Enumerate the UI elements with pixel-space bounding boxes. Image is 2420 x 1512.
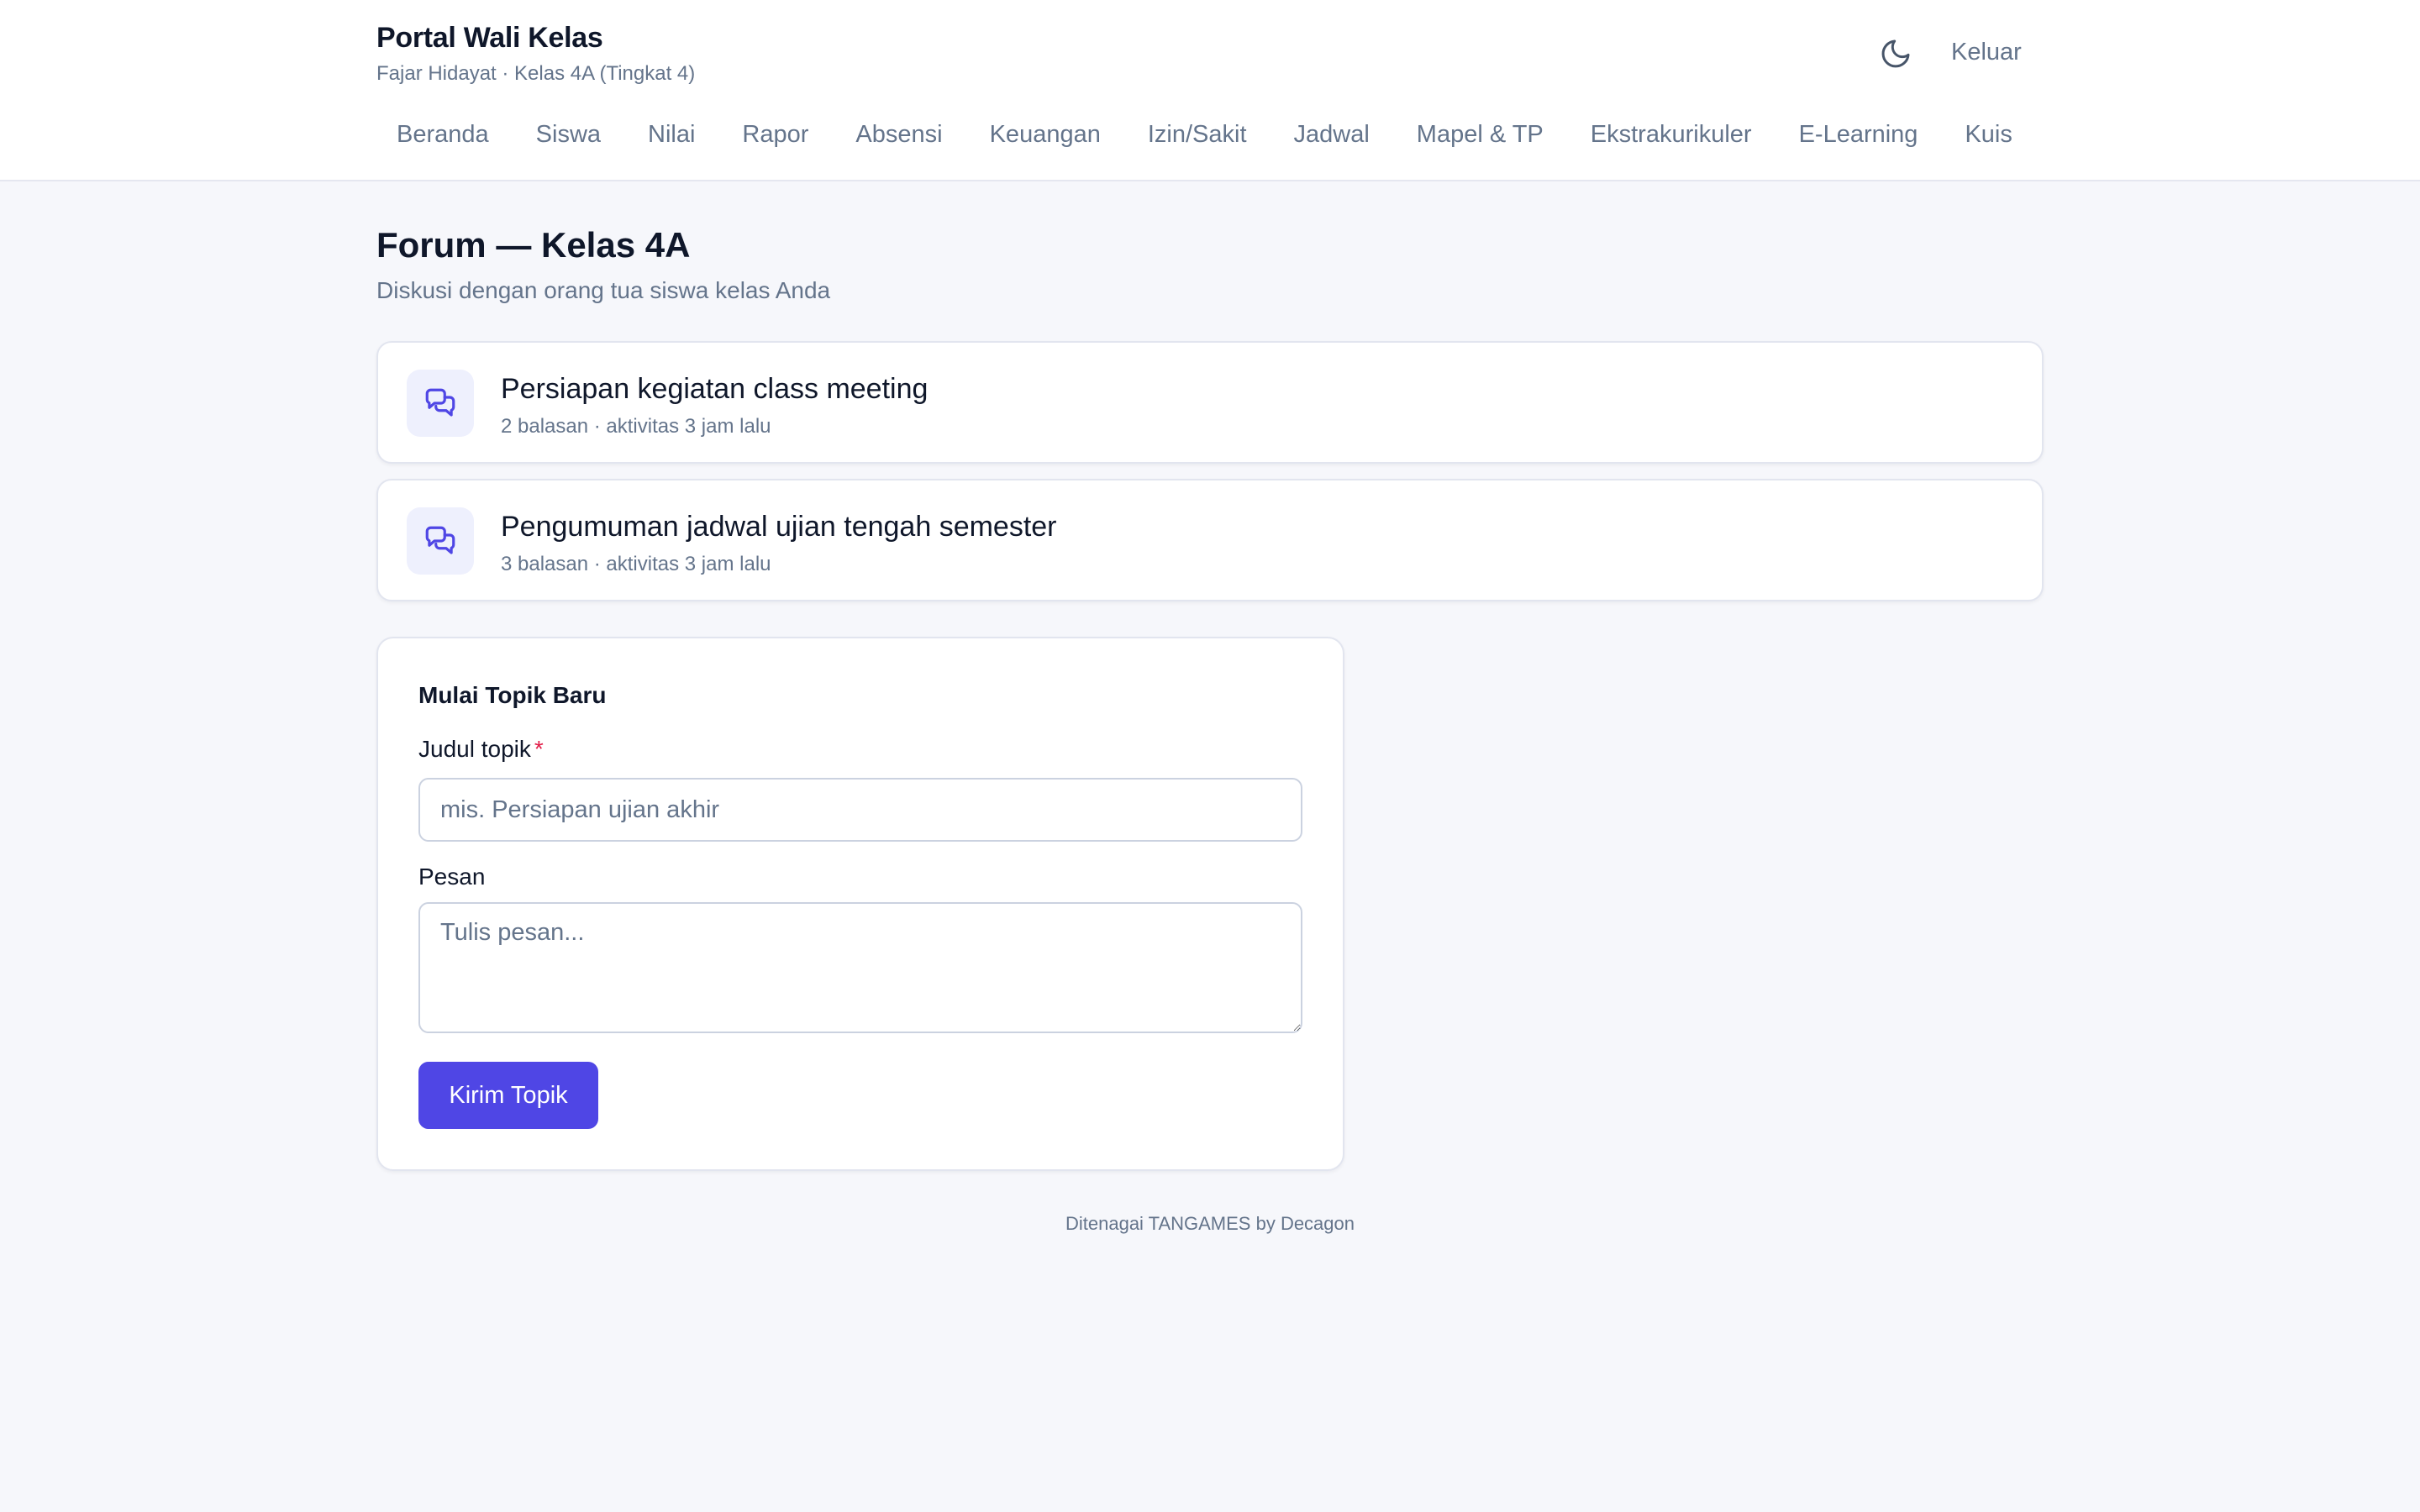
topic-card[interactable]: Persiapan kegiatan class meeting 2 balas… [376, 341, 2044, 464]
nav-item-kuis[interactable]: Kuis [1944, 109, 2032, 160]
nav-item-mapel-tp[interactable]: Mapel & TP [1397, 109, 1564, 160]
nav-item-ekstrakurikuler[interactable]: Ekstrakurikuler [1570, 109, 1772, 160]
moon-icon [1881, 39, 1910, 68]
nav-item-izin-sakit[interactable]: Izin/Sakit [1128, 109, 1267, 160]
topic-title-label: Judul topik * [418, 736, 544, 763]
topic-title: Persiapan kegiatan class meeting [501, 373, 929, 405]
app-title: Portal Wali Kelas [376, 22, 603, 54]
message-label: Pesan [418, 864, 486, 890]
main-nav: Beranda Siswa Nilai Rapor Absensi Keuang… [376, 109, 2044, 160]
logout-button[interactable]: Keluar [1951, 39, 2022, 66]
topic-title-label-text: Judul topik [418, 736, 531, 762]
nav-item-nilai[interactable]: Nilai [628, 109, 715, 160]
nav-item-keuangan[interactable]: Keuangan [970, 109, 1121, 160]
form-heading: Mulai Topik Baru [418, 682, 607, 708]
nav-item-e-learning[interactable]: E-Learning [1779, 109, 1939, 160]
theme-toggle-button[interactable] [1876, 34, 1916, 74]
nav-item-rapor[interactable]: Rapor [722, 109, 829, 160]
topic-meta: 3 balasan · aktivitas 3 jam lalu [501, 553, 771, 575]
topic-icon-tile [407, 507, 474, 575]
nav-item-beranda[interactable]: Beranda [376, 109, 509, 160]
message-textarea[interactable] [418, 902, 1302, 1033]
page-subtitle: Diskusi dengan orang tua siswa kelas And… [376, 277, 831, 303]
topic-card[interactable]: Pengumuman jadwal ujian tengah semester … [376, 479, 2044, 601]
topic-title-input[interactable] [418, 778, 1302, 842]
new-topic-form: Mulai Topik Baru Judul topik* Pesan Kiri… [376, 637, 1344, 1171]
footer-credit: Ditenagai TANGAMES by Decagon [1065, 1213, 1355, 1234]
page-title: Forum — Kelas 4A [376, 225, 691, 265]
topic-icon-tile [407, 370, 474, 437]
submit-topic-button[interactable]: Kirim Topik [418, 1062, 598, 1129]
topic-title: Pengumuman jadwal ujian tengah semester [501, 511, 1057, 543]
nav-item-siswa[interactable]: Siswa [516, 109, 621, 160]
user-class-info: Fajar Hidayat · Kelas 4A (Tingkat 4) [376, 62, 696, 85]
top-header: Portal Wali Kelas Fajar Hidayat · Kelas … [0, 0, 2420, 181]
topic-meta: 2 balasan · aktivitas 3 jam lalu [501, 415, 771, 438]
nav-item-absensi[interactable]: Absensi [835, 109, 962, 160]
required-mark: * [534, 736, 544, 762]
chat-bubbles-icon [425, 526, 455, 554]
nav-item-jadwal[interactable]: Jadwal [1274, 109, 1390, 160]
chat-bubbles-icon [425, 388, 455, 417]
